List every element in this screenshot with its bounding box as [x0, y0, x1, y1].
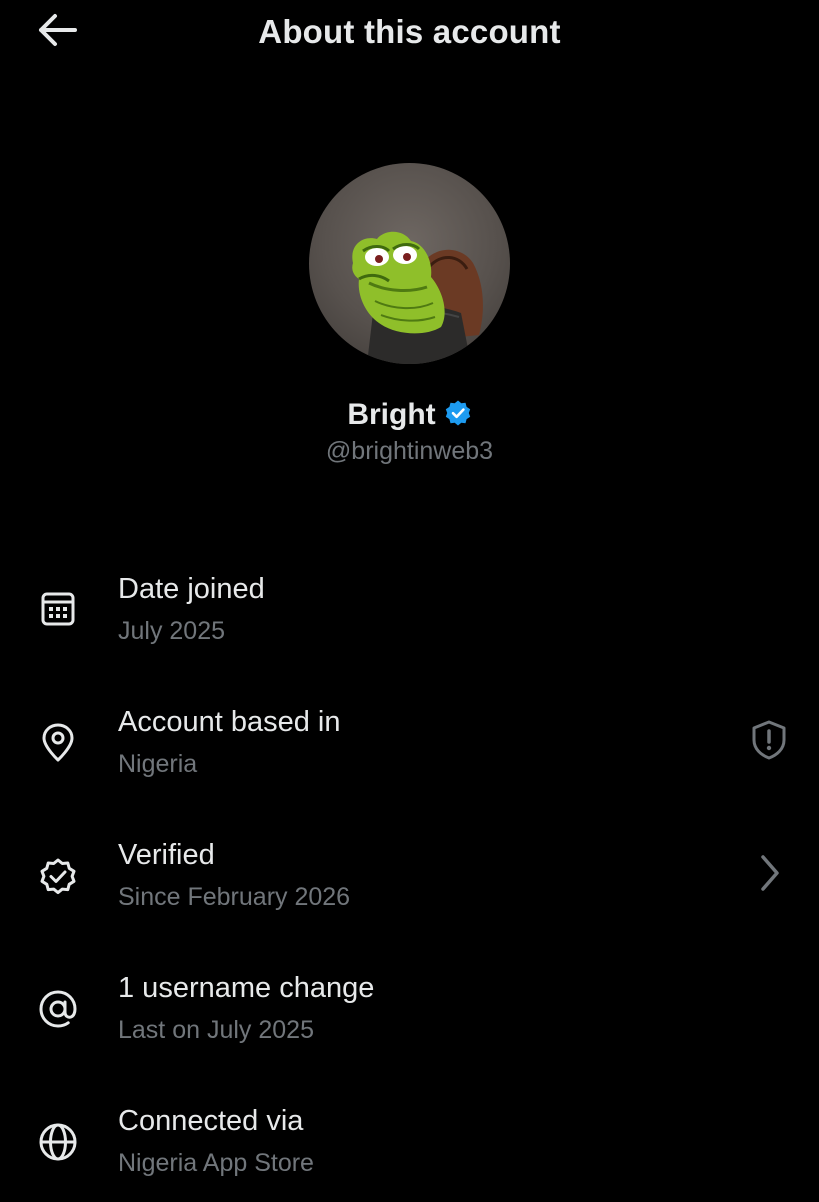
- display-name: Bright: [347, 398, 436, 431]
- info-item-date-joined: Date joined July 2025: [0, 570, 819, 670]
- info-item-account-based-in: Account based in Nigeria: [0, 703, 819, 803]
- shield-alert-icon: [749, 719, 789, 766]
- chevron-right-icon: [755, 853, 783, 898]
- item-subtitle: Since February 2026: [118, 883, 351, 911]
- item-title: Connected via: [118, 1105, 304, 1137]
- item-subtitle: July 2025: [118, 617, 226, 645]
- item-subtitle: Nigeria: [118, 750, 198, 778]
- info-item-username-change: 1 username change Last on July 2025: [0, 969, 819, 1069]
- avatar[interactable]: [309, 163, 510, 364]
- verified-check-icon: [34, 852, 82, 900]
- profile-name-row: Bright: [0, 396, 819, 434]
- top-bar: About this account: [0, 0, 819, 64]
- user-handle: @brightinweb3: [325, 437, 494, 465]
- at-sign-icon: [34, 985, 82, 1033]
- item-title: Verified: [118, 839, 215, 871]
- info-item-verified[interactable]: Verified Since February 2026: [0, 836, 819, 936]
- verified-badge-icon: [444, 399, 472, 432]
- item-title: 1 username change: [118, 972, 375, 1004]
- location-pin-icon: [34, 719, 82, 767]
- page-title: About this account: [258, 13, 561, 50]
- pepe-avatar-image: [352, 231, 483, 364]
- info-item-connected-via: Connected via Nigeria App Store: [0, 1102, 819, 1202]
- globe-icon: [34, 1118, 82, 1166]
- calendar-icon: [34, 584, 82, 632]
- item-subtitle: Last on July 2025: [118, 1016, 314, 1044]
- shield-alert-button[interactable]: [745, 718, 793, 766]
- item-title: Date joined: [118, 573, 265, 605]
- chevron-right-button[interactable]: [745, 851, 793, 899]
- item-subtitle: Nigeria App Store: [118, 1149, 314, 1177]
- item-title: Account based in: [118, 706, 341, 738]
